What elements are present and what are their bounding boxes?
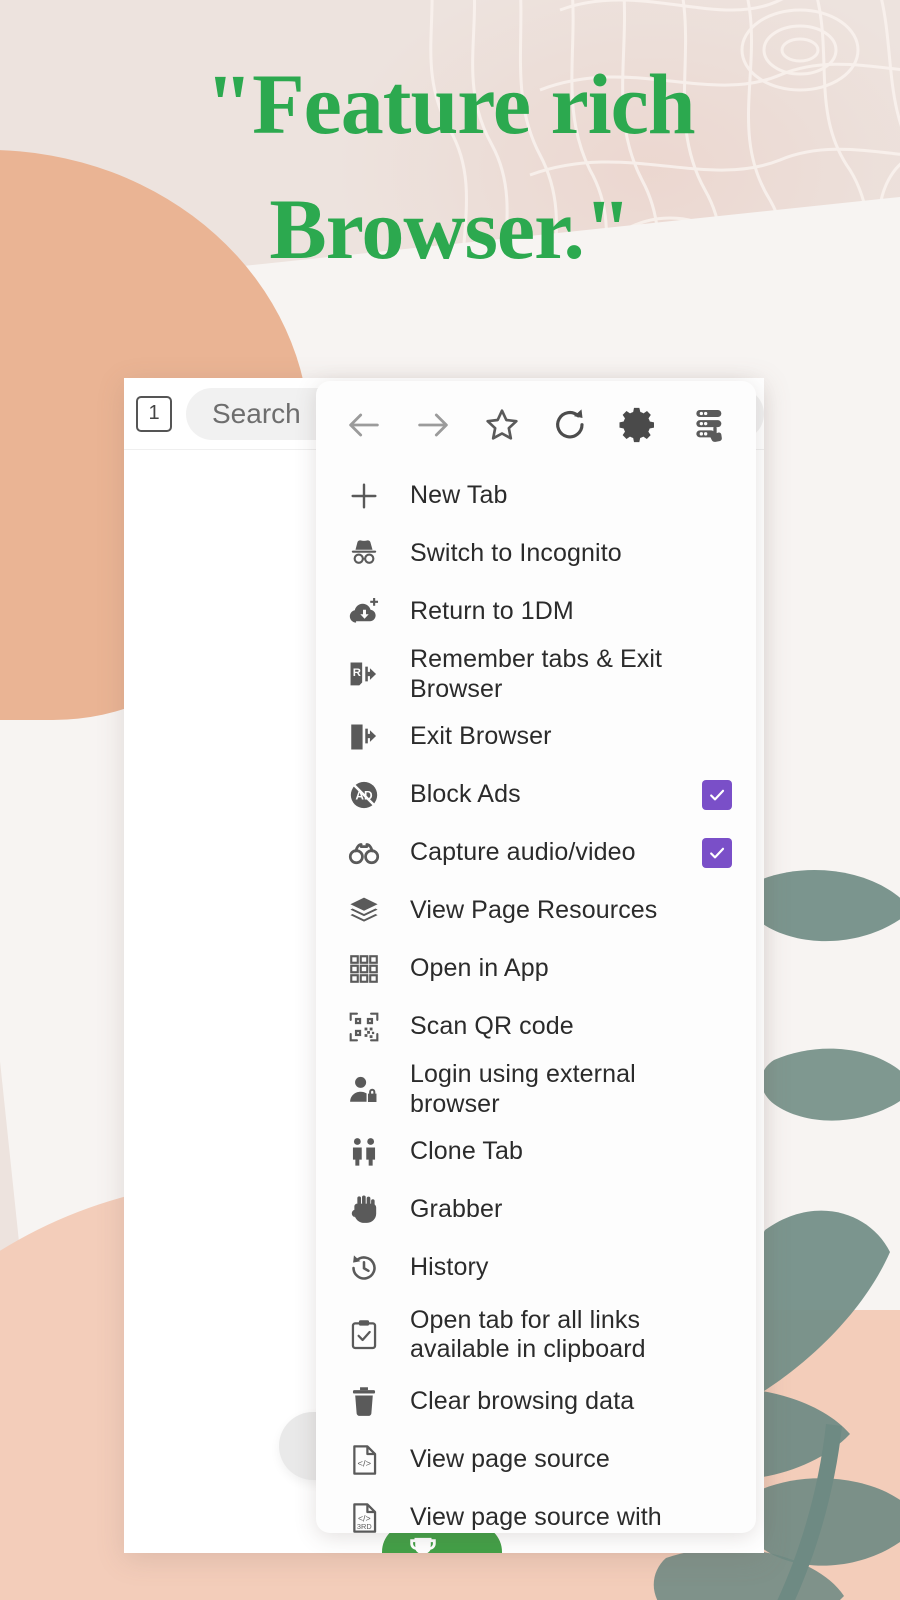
server-select-button[interactable] (686, 403, 730, 447)
menu-item-history[interactable]: History (316, 1239, 756, 1297)
exit-door-icon (344, 717, 384, 757)
layers-icon (344, 891, 384, 931)
reload-button[interactable] (548, 403, 592, 447)
block-ads-checkbox[interactable] (702, 780, 732, 810)
menu-item-remember-tabs-exit[interactable]: R Remember tabs & Exit Browser (316, 641, 756, 708)
headline-line-1: "Feature rich (205, 56, 694, 152)
menu-item-label: Login using external browser (410, 1060, 732, 1119)
address-search-placeholder: Search (212, 398, 301, 430)
promo-screenshot: "Feature rich Browser." 1 Search (0, 0, 900, 1600)
headline-line-2: Browser." (60, 167, 840, 292)
history-clock-icon (344, 1248, 384, 1288)
reload-icon (550, 405, 590, 445)
fist-icon (344, 1190, 384, 1230)
check-icon (707, 843, 727, 863)
menu-item-open-tab-clipboard-links[interactable]: Open tab for all links available in clip… (316, 1297, 756, 1373)
menu-item-new-tab[interactable]: New Tab (316, 467, 756, 525)
page-title: "Feature rich Browser." (0, 42, 900, 291)
menu-toolbar (316, 381, 756, 461)
check-icon (707, 785, 727, 805)
menu-item-label: Clone Tab (410, 1137, 732, 1167)
menu-item-label: Open tab for all links available in clip… (410, 1306, 732, 1365)
incognito-hat-icon (344, 534, 384, 574)
menu-item-label: Switch to Incognito (410, 539, 732, 569)
server-select-icon (688, 405, 728, 445)
trophy-icon (406, 1535, 440, 1553)
menu-item-label: Exit Browser (410, 722, 732, 752)
capture-audio-video-checkbox[interactable] (702, 838, 732, 868)
svg-text:3RD: 3RD (357, 1522, 372, 1531)
menu-item-switch-to-incognito[interactable]: Switch to Incognito (316, 525, 756, 583)
tab-counter-value: 1 (148, 402, 159, 425)
menu-item-clear-browsing-data[interactable]: Clear browsing data (316, 1373, 756, 1431)
menu-item-open-in-app[interactable]: Open in App (316, 940, 756, 998)
menu-item-view-page-resources[interactable]: View Page Resources (316, 882, 756, 940)
menu-item-label: View page source with (410, 1503, 732, 1533)
menu-item-view-page-source-with[interactable]: </> 3RD View page source with (316, 1489, 756, 1533)
menu-item-return-to-1dm[interactable]: Return to 1DM (316, 583, 756, 641)
menu-item-label: Remember tabs & Exit Browser (410, 645, 732, 704)
gear-icon (619, 405, 659, 445)
forward-button[interactable] (411, 403, 455, 447)
menu-item-label: Return to 1DM (410, 597, 732, 627)
menu-item-label: View Page Resources (410, 896, 732, 926)
svg-text:R: R (353, 666, 361, 678)
tab-counter-button[interactable]: 1 (136, 396, 172, 432)
menu-item-view-page-source[interactable]: </> View page source (316, 1431, 756, 1489)
menu-item-scan-qr-code[interactable]: Scan QR code (316, 998, 756, 1056)
menu-item-label: View page source (410, 1445, 732, 1475)
grid-apps-icon (344, 949, 384, 989)
svg-text:</>: </> (358, 1459, 372, 1469)
block-ads-icon: AD (344, 775, 384, 815)
menu-item-label: Capture audio/video (410, 838, 702, 868)
page-source-3rd-icon: </> 3RD (344, 1498, 384, 1533)
menu-item-label: Grabber (410, 1195, 732, 1225)
menu-item-clone-tab[interactable]: Clone Tab (316, 1123, 756, 1181)
two-people-icon (344, 1132, 384, 1172)
person-lock-icon (344, 1070, 384, 1110)
forward-icon (413, 405, 453, 445)
back-icon (344, 405, 384, 445)
back-button[interactable] (342, 403, 386, 447)
menu-item-label: Block Ads (410, 780, 702, 810)
cloud-download-plus-icon (344, 592, 384, 632)
page-source-icon: </> (344, 1440, 384, 1480)
star-icon (482, 405, 522, 445)
menu-item-capture-audio-video[interactable]: Capture audio/video (316, 824, 756, 882)
menu-item-login-external-browser[interactable]: Login using external browser (316, 1056, 756, 1123)
menu-item-label: Clear browsing data (410, 1387, 732, 1417)
browser-options-menu: New Tab Switch to Incognito (316, 381, 756, 1533)
menu-item-label: Scan QR code (410, 1012, 732, 1042)
qr-code-icon (344, 1007, 384, 1047)
menu-item-label: New Tab (410, 481, 732, 511)
plus-icon (344, 476, 384, 516)
settings-button[interactable] (617, 403, 661, 447)
menu-item-list: New Tab Switch to Incognito (316, 461, 756, 1533)
remember-tabs-exit-icon: R (344, 655, 384, 695)
menu-item-exit-browser[interactable]: Exit Browser (316, 708, 756, 766)
menu-item-label: History (410, 1253, 732, 1283)
clipboard-check-icon (344, 1315, 384, 1355)
trash-icon (344, 1382, 384, 1422)
binoculars-icon (344, 833, 384, 873)
menu-item-grabber[interactable]: Grabber (316, 1181, 756, 1239)
bookmark-button[interactable] (480, 403, 524, 447)
menu-item-label: Open in App (410, 954, 732, 984)
menu-item-block-ads[interactable]: AD Block Ads (316, 766, 756, 824)
